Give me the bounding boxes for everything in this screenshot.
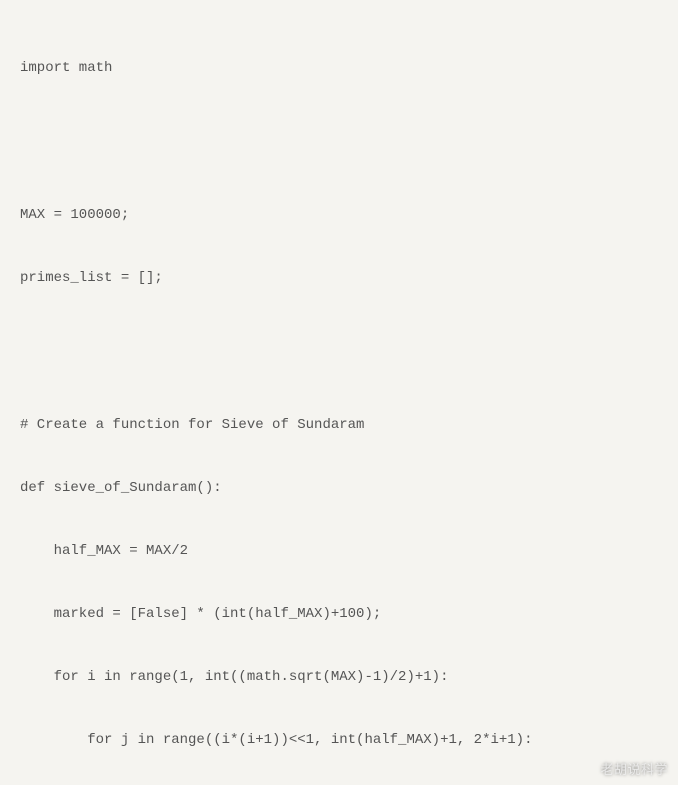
code-line: def sieve_of_Sundaram(): <box>20 478 658 499</box>
watermark-text: 老胡说科学 <box>600 760 668 780</box>
code-line: import math <box>20 58 658 79</box>
code-line: primes_list = []; <box>20 268 658 289</box>
code-line: # Create a function for Sieve of Sundara… <box>20 415 658 436</box>
code-line: for i in range(1, int((math.sqrt(MAX)-1)… <box>20 667 658 688</box>
code-line: MAX = 100000; <box>20 205 658 226</box>
code-line: half_MAX = MAX/2 <box>20 541 658 562</box>
code-block: import math MAX = 100000; primes_list = … <box>0 0 678 785</box>
code-line: marked = [False] * (int(half_MAX)+100); <box>20 604 658 625</box>
code-line: for j in range((i*(i+1))<<1, int(half_MA… <box>20 730 658 751</box>
